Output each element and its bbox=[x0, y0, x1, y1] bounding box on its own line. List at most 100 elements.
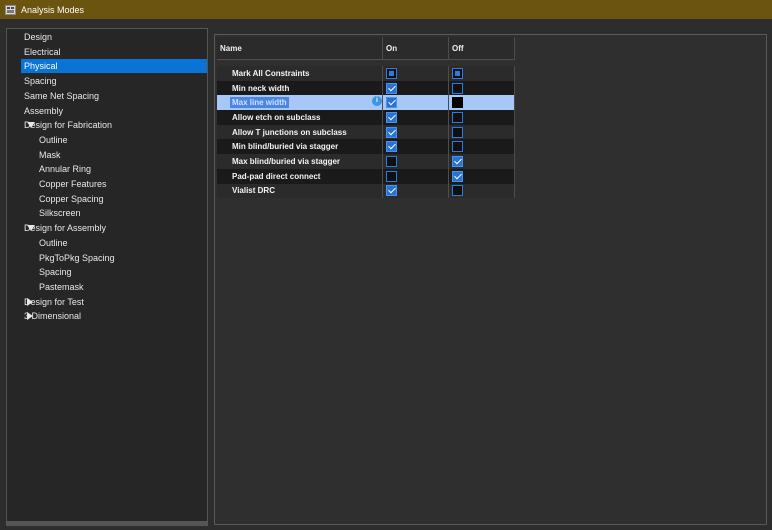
on-cell bbox=[383, 183, 449, 199]
off-checkbox[interactable] bbox=[452, 67, 463, 79]
constraint-name: Min neck width bbox=[232, 83, 290, 93]
window-title: Analysis Modes bbox=[21, 4, 85, 15]
constraint-name: Mark All Constraints bbox=[232, 68, 310, 78]
constraint-name-cell: Allow T junctions on subclass bbox=[217, 124, 383, 140]
off-cell bbox=[449, 66, 515, 81]
sidebar-item[interactable]: Mask bbox=[37, 148, 63, 162]
off-cell bbox=[449, 80, 515, 96]
sidebar-item[interactable]: Outline bbox=[37, 236, 70, 250]
table-row[interactable]: Allow etch on subclass bbox=[217, 110, 515, 125]
table-row[interactable]: Min blind/buried via stagger bbox=[217, 139, 515, 155]
sidebar-item[interactable]: Copper Spacing bbox=[37, 192, 106, 206]
sidebar-item-label: Outline bbox=[39, 237, 68, 248]
table-row[interactable]: Allow T junctions on subclass bbox=[217, 124, 515, 140]
sidebar-item[interactable]: Electrical bbox=[22, 45, 63, 59]
sidebar-item-label: Physical bbox=[21, 59, 207, 74]
constraint-name-cell: Vialist DRC bbox=[217, 183, 383, 199]
constraint-name: Allow T junctions on subclass bbox=[232, 127, 347, 137]
constraint-name: Vialist DRC bbox=[232, 186, 275, 196]
sidebar-item-label: Spacing bbox=[24, 76, 57, 87]
sidebar-item[interactable]: Design for Fabrication bbox=[22, 118, 114, 132]
sidebar-item[interactable]: 3 Dimensional bbox=[22, 309, 83, 323]
table-row[interactable]: Min neck width bbox=[217, 80, 515, 96]
on-checkbox[interactable] bbox=[386, 126, 397, 138]
sidebar-item-label: Electrical bbox=[24, 46, 61, 57]
chevron-right-icon[interactable] bbox=[27, 312, 33, 321]
constraint-grid: Name On Off Mark All Constraints Min neck… bbox=[217, 37, 515, 199]
chevron-down-icon[interactable] bbox=[27, 225, 35, 232]
on-checkbox[interactable] bbox=[386, 170, 397, 182]
on-checkbox[interactable] bbox=[386, 111, 397, 123]
sidebar-item[interactable]: Same Net Spacing bbox=[22, 89, 101, 103]
title-bar: Analysis Modes bbox=[0, 0, 772, 19]
sidebar-item-label: Silkscreen bbox=[39, 208, 81, 219]
on-checkbox[interactable] bbox=[386, 97, 397, 109]
off-cell bbox=[449, 139, 515, 155]
on-cell bbox=[383, 110, 449, 125]
off-cell bbox=[449, 124, 515, 140]
off-cell bbox=[449, 154, 515, 169]
off-checkbox[interactable] bbox=[452, 97, 463, 109]
sidebar-item[interactable]: Silkscreen bbox=[37, 206, 83, 220]
info-icon[interactable]: i bbox=[372, 96, 382, 107]
sidebar-item[interactable]: Design bbox=[22, 30, 54, 44]
table-row[interactable]: Mark All Constraints bbox=[217, 66, 515, 81]
sidebar-item[interactable]: Design for Assembly bbox=[22, 221, 108, 235]
on-checkbox[interactable] bbox=[386, 67, 397, 79]
grid-header: Name On Off bbox=[217, 37, 515, 60]
sidebar-item[interactable]: Annular Ring bbox=[37, 162, 93, 176]
off-checkbox[interactable] bbox=[452, 82, 463, 94]
sidebar-item-label: Spacing bbox=[39, 267, 72, 278]
off-checkbox[interactable] bbox=[452, 155, 463, 167]
on-cell bbox=[383, 139, 449, 155]
sidebar-item[interactable]: Assembly bbox=[22, 104, 65, 118]
horizontal-scrollbar[interactable] bbox=[7, 521, 207, 525]
table-row[interactable]: Vialist DRC bbox=[217, 183, 515, 199]
off-checkbox[interactable] bbox=[452, 185, 463, 197]
sidebar-item[interactable]: Spacing bbox=[22, 74, 59, 88]
sidebar-item-label: Design bbox=[24, 32, 53, 42]
column-header-name[interactable]: Name bbox=[217, 37, 383, 60]
sidebar-item[interactable]: PkgToPkg Spacing bbox=[37, 251, 117, 265]
table-row[interactable]: Max line width i bbox=[217, 95, 515, 111]
sidebar-item[interactable]: Copper Features bbox=[37, 177, 109, 191]
sidebar-item-label: Annular Ring bbox=[39, 164, 92, 175]
sidebar-item-label: Design for Fabrication bbox=[24, 120, 113, 131]
constraint-name-cell: Min neck width bbox=[217, 80, 383, 96]
constraint-name: Max line width bbox=[230, 97, 289, 109]
analysis-modes-app-icon bbox=[5, 4, 17, 16]
sidebar-item-label: Outline bbox=[39, 134, 68, 145]
category-tree[interactable]: Design Electrical Physical Spacing Same Net … bbox=[6, 28, 208, 526]
on-cell bbox=[383, 80, 449, 96]
sidebar-item-label: PkgToPkg Spacing bbox=[39, 252, 115, 263]
off-cell bbox=[449, 183, 515, 199]
on-checkbox[interactable] bbox=[386, 155, 397, 167]
off-checkbox[interactable] bbox=[452, 141, 463, 153]
on-checkbox[interactable] bbox=[386, 141, 397, 153]
constraint-name-cell: Pad-pad direct connect bbox=[217, 168, 383, 184]
sidebar-item[interactable]: Design for Test bbox=[22, 295, 86, 309]
on-checkbox[interactable] bbox=[386, 185, 397, 197]
off-checkbox[interactable] bbox=[452, 170, 463, 182]
constraint-name-cell: Max line width i bbox=[217, 95, 383, 111]
sidebar-item-label: Mask bbox=[39, 149, 61, 160]
constraint-name-cell: Allow etch on subclass bbox=[217, 110, 383, 125]
table-row[interactable]: Max blind/buried via stagger bbox=[217, 154, 515, 169]
chevron-down-icon[interactable] bbox=[27, 122, 35, 129]
constraint-name-cell: Max blind/buried via stagger bbox=[217, 154, 383, 169]
column-header-off[interactable]: Off bbox=[449, 37, 515, 60]
sidebar-item[interactable]: Outline bbox=[37, 133, 70, 147]
sidebar-item[interactable]: Spacing bbox=[37, 265, 74, 279]
sidebar-item-label: Assembly bbox=[24, 105, 64, 116]
off-cell bbox=[449, 168, 515, 184]
off-cell bbox=[449, 95, 515, 111]
column-header-on[interactable]: On bbox=[383, 37, 449, 60]
off-checkbox[interactable] bbox=[452, 126, 463, 138]
off-checkbox[interactable] bbox=[452, 111, 463, 123]
on-checkbox[interactable] bbox=[386, 82, 397, 94]
off-cell bbox=[449, 110, 515, 125]
chevron-right-icon[interactable] bbox=[27, 297, 33, 306]
table-row[interactable]: Pad-pad direct connect bbox=[217, 168, 515, 184]
sidebar-item-label: Pastemask bbox=[39, 281, 84, 292]
sidebar-item[interactable]: Pastemask bbox=[37, 280, 86, 294]
